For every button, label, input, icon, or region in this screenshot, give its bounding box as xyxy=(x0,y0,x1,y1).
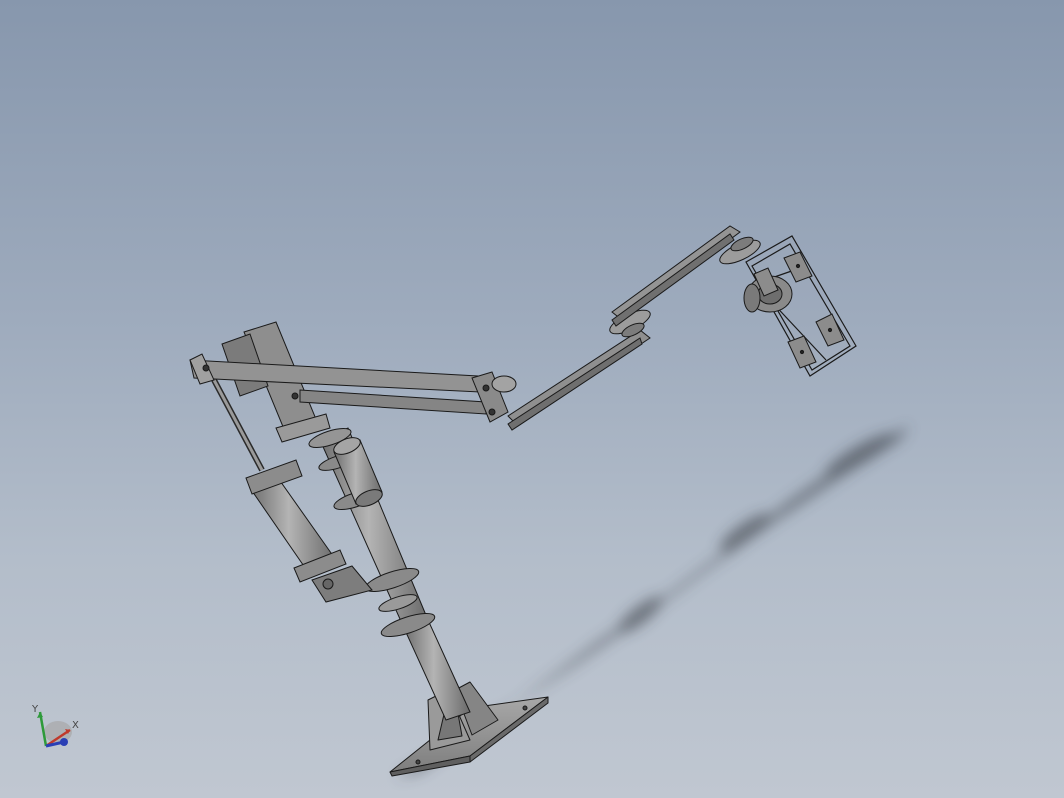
base-plate[interactable] xyxy=(389,679,549,777)
assembly-model[interactable] xyxy=(0,0,1064,798)
y-axis-label: Y xyxy=(31,704,39,715)
main-column[interactable] xyxy=(307,425,471,721)
second-boom-arm[interactable] xyxy=(507,305,653,431)
x-axis-label: X xyxy=(72,720,79,731)
3d-viewport[interactable]: X Y xyxy=(0,0,1064,798)
third-boom-arm[interactable] xyxy=(611,225,763,327)
coordinate-triad: X Y xyxy=(31,704,79,748)
z-axis-arrowhead xyxy=(60,738,68,746)
